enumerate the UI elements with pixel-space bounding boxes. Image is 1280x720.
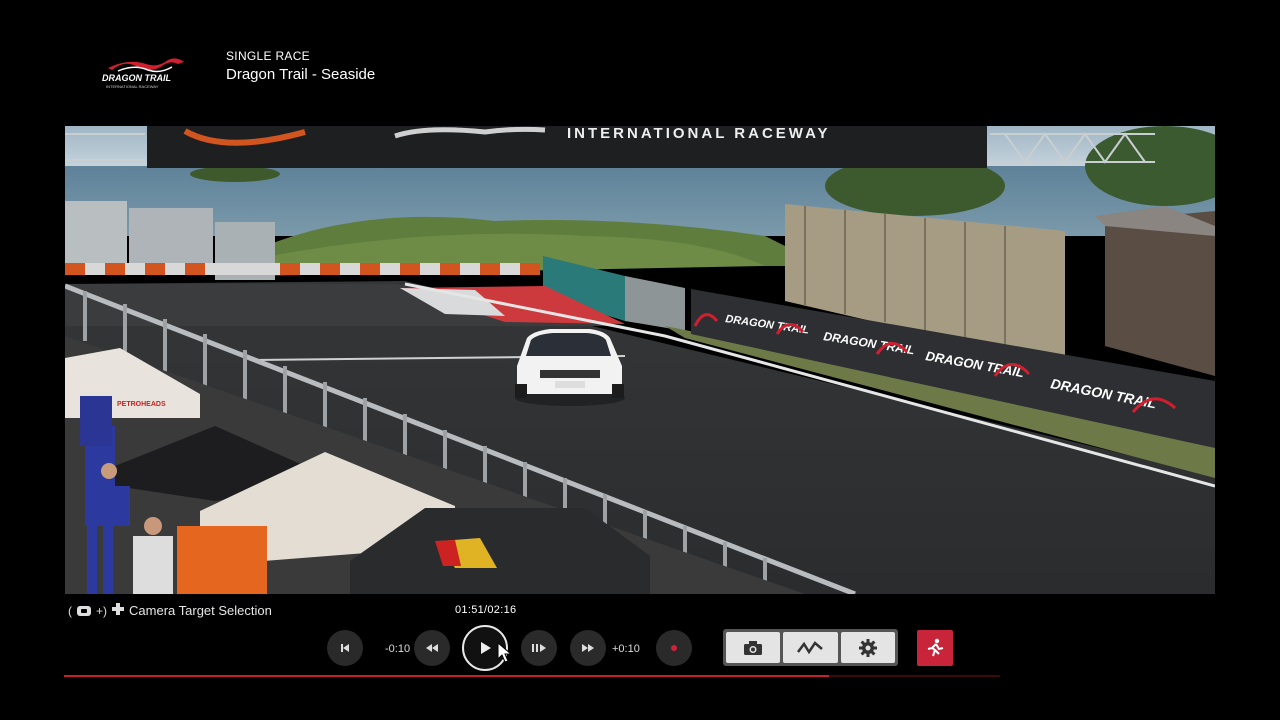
camera-target-hint: ( +) Camera Target Selection	[68, 603, 272, 618]
photo-mode-button[interactable]	[726, 632, 781, 663]
overhead-banner-text: INTERNATIONAL RACEWAY	[567, 126, 831, 142]
dpad-icon	[112, 603, 125, 618]
fast-forward-icon	[582, 644, 594, 652]
camera-icon	[744, 640, 763, 655]
replay-progress-bar[interactable]	[64, 675, 1000, 677]
fast-forward-button[interactable]	[570, 630, 606, 666]
dragon-trail-logo: DRAGON TRAIL INTERNATIONAL RACEWAY	[98, 54, 194, 94]
record-button[interactable]	[656, 630, 692, 666]
replay-tools	[723, 629, 898, 666]
exit-button[interactable]	[917, 630, 953, 666]
rewind-label: -0:10	[385, 643, 411, 655]
touchpad-icon	[77, 605, 91, 616]
telemetry-button[interactable]	[783, 632, 838, 663]
race-mode: SINGLE RACE	[226, 49, 310, 63]
replay-viewport[interactable]: DRAGON TRAIL DRAGON TRAIL DRAGON TRAIL D…	[65, 126, 1215, 594]
rewind-button[interactable]	[414, 630, 450, 666]
mouse-cursor	[497, 641, 513, 669]
play-icon	[481, 642, 491, 654]
track-name: Dragon Trail - Seaside	[226, 66, 376, 83]
tent-text: PETROHEADS	[117, 401, 166, 408]
settings-button[interactable]	[840, 632, 895, 663]
exit-icon	[927, 638, 944, 657]
settings-icon	[858, 638, 877, 657]
replay-progress-fill	[64, 675, 829, 677]
camera-hint-label: Camera Target Selection	[129, 603, 272, 618]
step-forward-icon	[532, 644, 546, 652]
skip-start-icon	[341, 644, 349, 652]
logo-main: DRAGON TRAIL	[102, 73, 171, 83]
race-car	[515, 329, 625, 406]
record-icon	[671, 645, 677, 651]
rewind-icon	[426, 644, 438, 652]
time-readout: 01:51/02:16	[455, 604, 517, 616]
logo-sub: INTERNATIONAL RACEWAY	[106, 84, 159, 89]
forward-label: +0:10	[612, 643, 640, 655]
step-forward-button[interactable]	[521, 630, 557, 666]
skip-to-start-button[interactable]	[327, 630, 363, 666]
telemetry-icon	[797, 640, 824, 654]
